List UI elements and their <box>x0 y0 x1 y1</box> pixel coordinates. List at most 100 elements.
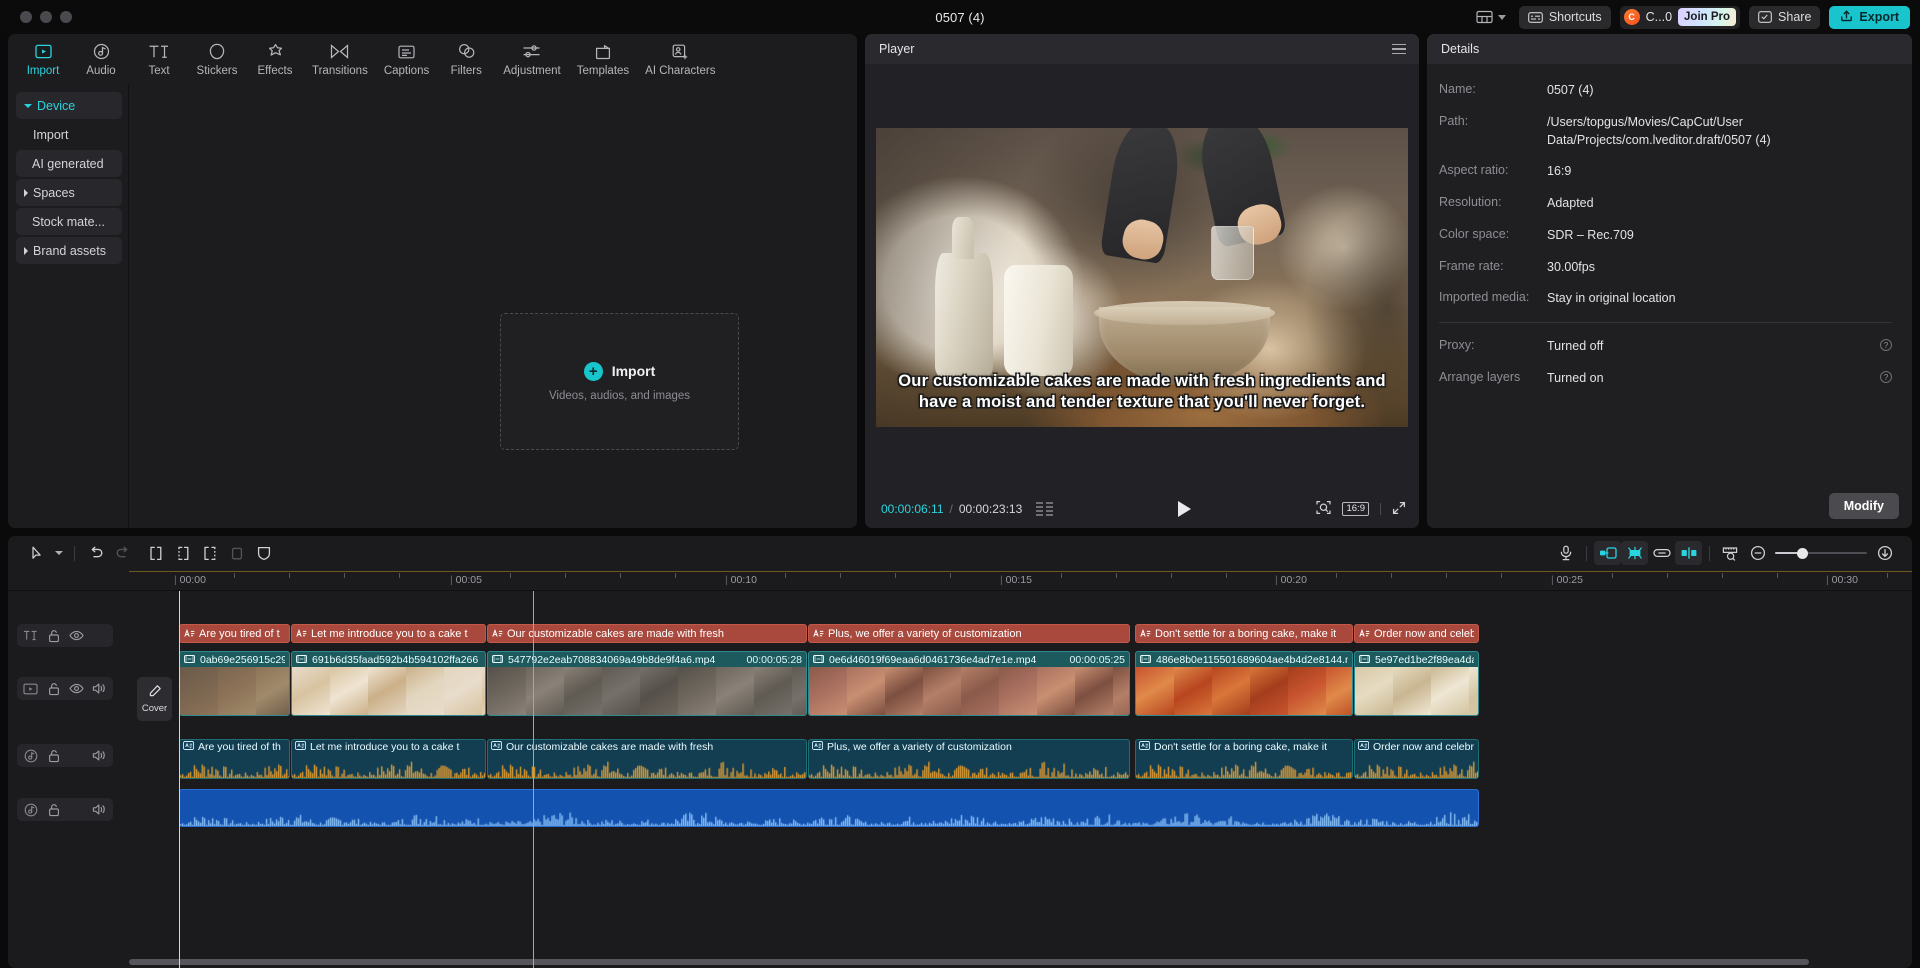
tab-captions[interactable]: Captions <box>376 42 437 77</box>
video-clip[interactable]: 691b6d35faad592b4b594102ffa266 <box>291 651 486 716</box>
scrollbar-thumb[interactable] <box>129 959 1809 965</box>
import-dropzone[interactable]: + Import Videos, audios, and images <box>500 313 739 450</box>
measure-button[interactable] <box>1717 541 1744 565</box>
text-track-header <box>8 624 129 647</box>
current-timecode[interactable]: 00:00:06:11 <box>881 502 944 516</box>
sidebar-item-stock-materials[interactable]: Stock mate... <box>16 208 122 235</box>
eye-visible-icon[interactable] <box>66 626 87 645</box>
share-button[interactable]: Share <box>1749 6 1820 29</box>
timeline-ruler[interactable]: 00:0000:0500:1000:1500:2000:2500:30 <box>8 570 1912 591</box>
audio-clip[interactable]: Don't settle for a boring cake, make it <box>1135 739 1353 779</box>
cover-button[interactable]: Cover <box>137 677 172 721</box>
audio-clip[interactable]: Our customizable cakes are made with fre… <box>487 739 807 779</box>
playhead[interactable] <box>179 591 180 968</box>
text-clip[interactable]: Are you tired of t <box>179 624 290 643</box>
timeline-tracks[interactable]: Cover Are you tired of tLet me introduce… <box>8 591 1912 968</box>
trim-left-button[interactable] <box>169 541 196 565</box>
split-clip-button[interactable] <box>142 541 169 565</box>
layout-panels-button[interactable] <box>1472 7 1510 27</box>
tool-dropdown-button[interactable] <box>51 541 67 565</box>
zoom-fit-button[interactable] <box>1871 541 1898 565</box>
text-clip[interactable]: Plus, we offer a variety of customizatio… <box>808 624 1130 643</box>
text-clip[interactable]: Our customizable cakes are made with fre… <box>487 624 807 643</box>
minimize-window-button[interactable] <box>40 11 52 23</box>
video-preview[interactable]: Our customizable cakes are made with fre… <box>876 128 1408 427</box>
account-button[interactable]: C C...0 Join Pro <box>1620 6 1740 29</box>
unlock-icon[interactable] <box>43 679 64 698</box>
video-clip[interactable]: 486e8b0e115501689604ae4b4d2e8144.m <box>1135 651 1353 716</box>
audio-caption-icon <box>491 741 502 753</box>
clip-thumbnail <box>923 667 961 715</box>
tab-effects[interactable]: Effects <box>246 42 304 77</box>
help-icon[interactable]: ? <box>1880 371 1892 383</box>
hamburger-menu-icon[interactable] <box>1392 44 1406 55</box>
help-icon[interactable]: ? <box>1880 339 1892 351</box>
mask-button[interactable] <box>250 541 277 565</box>
link-clips-button[interactable] <box>1648 541 1675 565</box>
sidebar-item-brand-assets[interactable]: Brand assets <box>16 237 122 264</box>
delete-button[interactable] <box>223 541 250 565</box>
video-clip[interactable]: 0e6d46019f69eaa6d0461736e4ad7e1e.mp400:0… <box>808 651 1130 716</box>
text-clip[interactable]: Order now and celebr <box>1354 624 1479 643</box>
tab-audio[interactable]: Audio <box>72 42 130 77</box>
text-clip[interactable]: Don't settle for a boring cake, make it <box>1135 624 1353 643</box>
timeline-horizontal-scrollbar[interactable] <box>8 959 1912 965</box>
tab-stickers[interactable]: Stickers <box>188 42 246 77</box>
audio-clip[interactable]: Let me introduce you to a cake t <box>291 739 486 779</box>
ruler-header-spacer <box>8 570 129 590</box>
fullscreen-icon[interactable] <box>1392 501 1406 518</box>
tab-filters[interactable]: Filters <box>437 42 495 77</box>
text-track-controls <box>17 624 113 647</box>
unlock-icon[interactable] <box>43 746 64 765</box>
record-voiceover-button[interactable] <box>1552 541 1579 565</box>
sidebar-item-device[interactable]: Device <box>16 92 122 119</box>
undo-button[interactable] <box>82 541 109 565</box>
close-window-button[interactable] <box>20 11 32 23</box>
video-clip[interactable]: 547792e2eab708834069a49b8de9f4a6.mp400:0… <box>487 651 807 716</box>
trim-right-button[interactable] <box>196 541 223 565</box>
audio-clip[interactable]: Plus, we offer a variety of customizatio… <box>808 739 1130 779</box>
auto-captions-button[interactable] <box>1594 541 1621 565</box>
zoom-slider-track[interactable] <box>1775 552 1867 555</box>
tab-import[interactable]: Import <box>14 42 72 77</box>
modify-button[interactable]: Modify <box>1829 493 1899 519</box>
eye-visible-icon[interactable] <box>66 679 87 698</box>
speaker-on-icon[interactable] <box>89 746 110 765</box>
zoom-slider-knob[interactable] <box>1797 548 1808 559</box>
join-pro-button[interactable]: Join Pro <box>1678 8 1736 26</box>
quality-bars-icon[interactable] <box>1036 502 1053 517</box>
zoom-slider[interactable] <box>1775 552 1867 555</box>
video-clip[interactable]: 5e97ed1be2f89ea4da22 <box>1354 651 1479 716</box>
maximize-window-button[interactable] <box>60 11 72 23</box>
tab-text[interactable]: Text <box>130 42 188 77</box>
sidebar-item-spaces[interactable]: Spaces <box>16 179 122 206</box>
select-tool-button[interactable] <box>24 541 51 565</box>
audio-clip[interactable]: Order now and celebr <box>1354 739 1479 779</box>
speaker-on-icon[interactable] <box>89 679 110 698</box>
tab-ai-characters[interactable]: AI Characters <box>637 42 723 77</box>
tab-transitions[interactable]: Transitions <box>304 42 376 77</box>
shortcuts-button[interactable]: Shortcuts <box>1519 6 1611 29</box>
tab-templates[interactable]: Templates <box>569 42 637 77</box>
play-button[interactable] <box>1178 501 1191 517</box>
title-bar: 0507 (4) <box>0 0 1920 34</box>
sidebar-item-ai-generated[interactable]: AI generated <box>16 150 122 177</box>
speaker-on-icon[interactable] <box>89 800 110 819</box>
zoom-out-button[interactable] <box>1744 541 1771 565</box>
aspect-ratio-button[interactable]: 16:9 <box>1342 502 1369 517</box>
tab-adjustment[interactable]: Adjustment <box>495 42 569 77</box>
unlock-icon[interactable] <box>43 626 64 645</box>
smart-cut-button[interactable] <box>1621 541 1648 565</box>
unlock-icon[interactable] <box>43 800 64 819</box>
video-clip[interactable]: 0ab69e256915c29a3 <box>179 651 290 716</box>
magnify-fit-icon[interactable] <box>1316 500 1331 518</box>
detail-row-aspect-ratio: Aspect ratio: 16:9 <box>1439 163 1892 181</box>
export-button[interactable]: Export <box>1829 6 1910 29</box>
text-clip[interactable]: Let me introduce you to a cake t <box>291 624 486 643</box>
sidebar-item-import[interactable]: Import <box>16 121 122 148</box>
music-clip[interactable] <box>179 789 1479 827</box>
redo-button[interactable] <box>109 541 136 565</box>
export-label: Export <box>1859 10 1899 24</box>
audio-clip[interactable]: Are you tired of th <box>179 739 290 779</box>
snap-align-button[interactable] <box>1675 541 1702 565</box>
